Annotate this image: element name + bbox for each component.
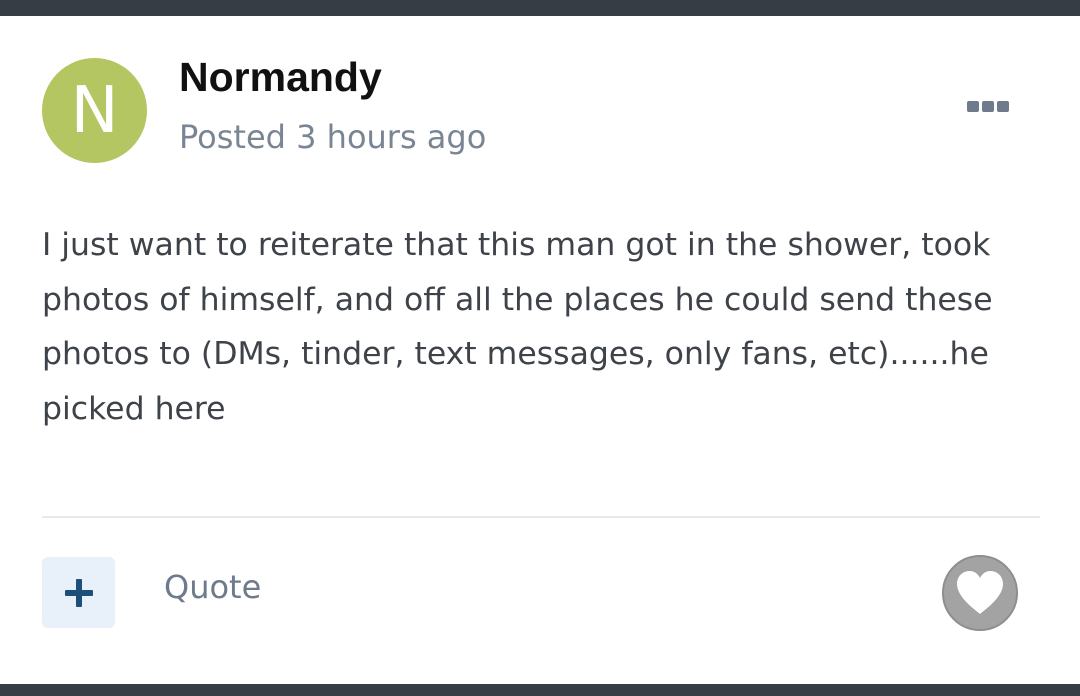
ellipsis-dot [997,100,1009,112]
bottom-bar [0,684,1080,696]
add-button[interactable] [42,557,115,628]
plus-icon [64,578,93,607]
author-name[interactable]: Normandy [179,54,382,101]
divider [42,516,1040,518]
ellipsis-dot [982,100,994,112]
heart-icon [957,571,1003,614]
post-timestamp: Posted 3 hours ago [179,118,487,156]
more-options-button[interactable] [962,94,1014,118]
top-bar [0,0,1080,16]
like-button[interactable] [942,555,1018,631]
ellipsis-icon [967,100,979,112]
quote-button[interactable]: Quote [164,568,261,606]
avatar[interactable]: N [42,58,147,163]
post-body: I just want to reiterate that this man g… [42,227,993,427]
avatar-initial: N [70,73,119,148]
